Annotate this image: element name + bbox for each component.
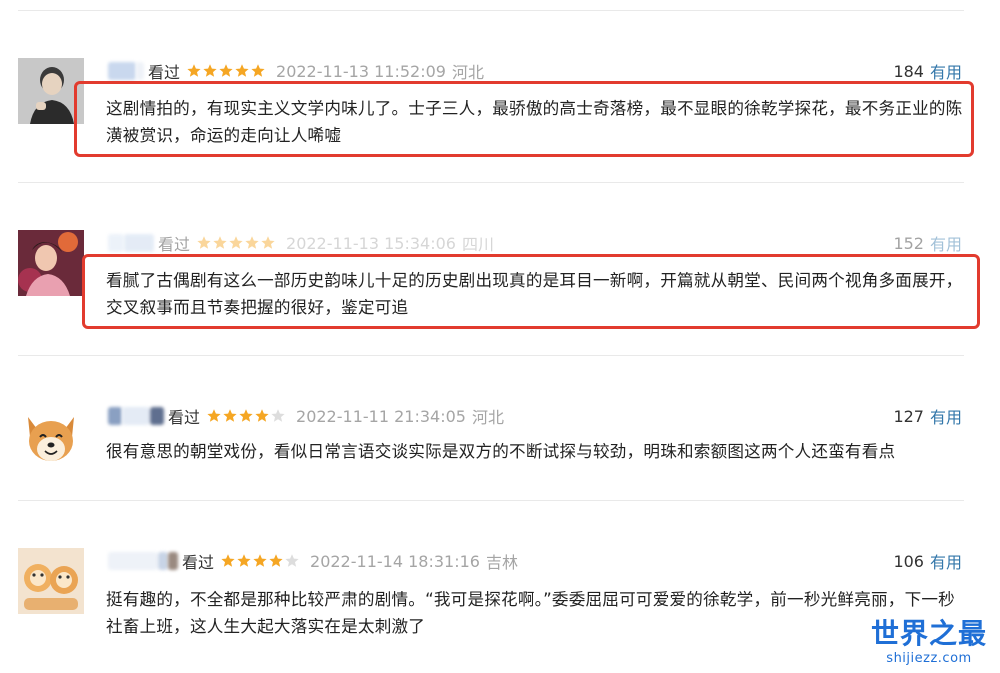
review-text: 挺有趣的，不全都是那种比较严肃的剧情。“我可是探花啊。”委委屈屈可可爱爱的徐乾学…: [106, 590, 955, 636]
username-blurred[interactable]: [108, 232, 154, 254]
useful-count: 127: [893, 406, 924, 426]
star-filled-icon: [244, 235, 260, 251]
useful-vote: 184 有用: [893, 58, 962, 84]
watch-status: 看过: [182, 553, 215, 572]
star-filled-icon: [250, 63, 266, 79]
rating-stars: [196, 235, 276, 251]
useful-count: 106: [893, 551, 924, 571]
review-time: 2022-11-13 15:34:06: [286, 233, 456, 253]
useful-link[interactable]: 有用: [930, 404, 962, 428]
star-filled-icon: [238, 408, 254, 424]
star-filled-icon: [260, 235, 276, 251]
review-meta: 看过 2022-11-13 11:52:09 河北: [108, 58, 484, 84]
star-filled-icon: [202, 63, 218, 79]
star-filled-icon: [218, 63, 234, 79]
rating-stars: [220, 553, 300, 569]
review-time: 2022-11-11 21:34:05: [296, 406, 466, 426]
review-location: 河北: [451, 63, 484, 82]
star-filled-icon: [268, 553, 284, 569]
star-filled-icon: [236, 553, 252, 569]
useful-count: 152: [893, 233, 924, 253]
star-empty-icon: [270, 408, 286, 424]
divider: [18, 500, 964, 501]
divider: [18, 355, 964, 356]
star-filled-icon: [252, 553, 268, 569]
useful-vote: 106 有用: [893, 548, 962, 574]
review-time: 2022-11-14 18:31:16: [310, 551, 480, 571]
watermark-title: 世界之最: [870, 617, 987, 650]
useful-link[interactable]: 有用: [930, 549, 962, 573]
rating-stars: [186, 63, 266, 79]
user-avatar[interactable]: [18, 58, 84, 124]
divider: [18, 182, 964, 183]
useful-link[interactable]: 有用: [930, 59, 962, 83]
star-filled-icon: [254, 408, 270, 424]
review-meta: 看过 2022-11-11 21:34:05 河北: [108, 403, 504, 429]
review-time: 2022-11-13 11:52:09: [276, 61, 446, 81]
review-location: 四川: [461, 235, 494, 254]
useful-vote: 127 有用: [893, 403, 962, 429]
watch-status: 看过: [168, 408, 201, 427]
rating-stars: [206, 408, 286, 424]
watermark-url: shijiezz.com: [886, 651, 972, 666]
review-location: 河北: [471, 408, 504, 427]
review-text: 很有意思的朝堂戏份，看似日常言语交谈实际是双方的不断试探与较劲，明珠和索额图这两…: [106, 442, 896, 461]
star-filled-icon: [196, 235, 212, 251]
star-filled-icon: [222, 408, 238, 424]
username-blurred[interactable]: [108, 550, 178, 572]
review-meta: 看过 2022-11-13 15:34:06 四川: [108, 230, 494, 256]
star-filled-icon: [234, 63, 250, 79]
review-text: 看腻了古偶剧有这么一部历史韵味儿十足的历史剧出现真的是耳目一新啊，开篇就从朝堂、…: [106, 271, 963, 317]
review-text: 这剧情拍的，有现实主义文学内味儿了。士子三人，最骄傲的高士奇落榜，最不显眼的徐乾…: [106, 99, 963, 145]
useful-link[interactable]: 有用: [930, 231, 962, 255]
star-filled-icon: [206, 408, 222, 424]
user-avatar[interactable]: [18, 230, 84, 296]
site-watermark: 世界之最 shijiezz.com: [868, 617, 990, 667]
star-filled-icon: [212, 235, 228, 251]
user-avatar[interactable]: [18, 403, 84, 469]
divider: [18, 10, 964, 11]
username-blurred[interactable]: [108, 60, 144, 82]
user-avatar[interactable]: [18, 548, 84, 614]
review-location: 吉林: [485, 553, 518, 572]
username-blurred[interactable]: [108, 405, 164, 427]
review-meta: 看过 2022-11-14 18:31:16 吉林: [108, 548, 518, 574]
watch-status: 看过: [148, 63, 181, 82]
useful-count: 184: [893, 61, 924, 81]
star-filled-icon: [228, 235, 244, 251]
star-filled-icon: [220, 553, 236, 569]
watch-status: 看过: [158, 235, 191, 254]
star-empty-icon: [284, 553, 300, 569]
star-filled-icon: [186, 63, 202, 79]
useful-vote: 152 有用: [893, 230, 962, 256]
